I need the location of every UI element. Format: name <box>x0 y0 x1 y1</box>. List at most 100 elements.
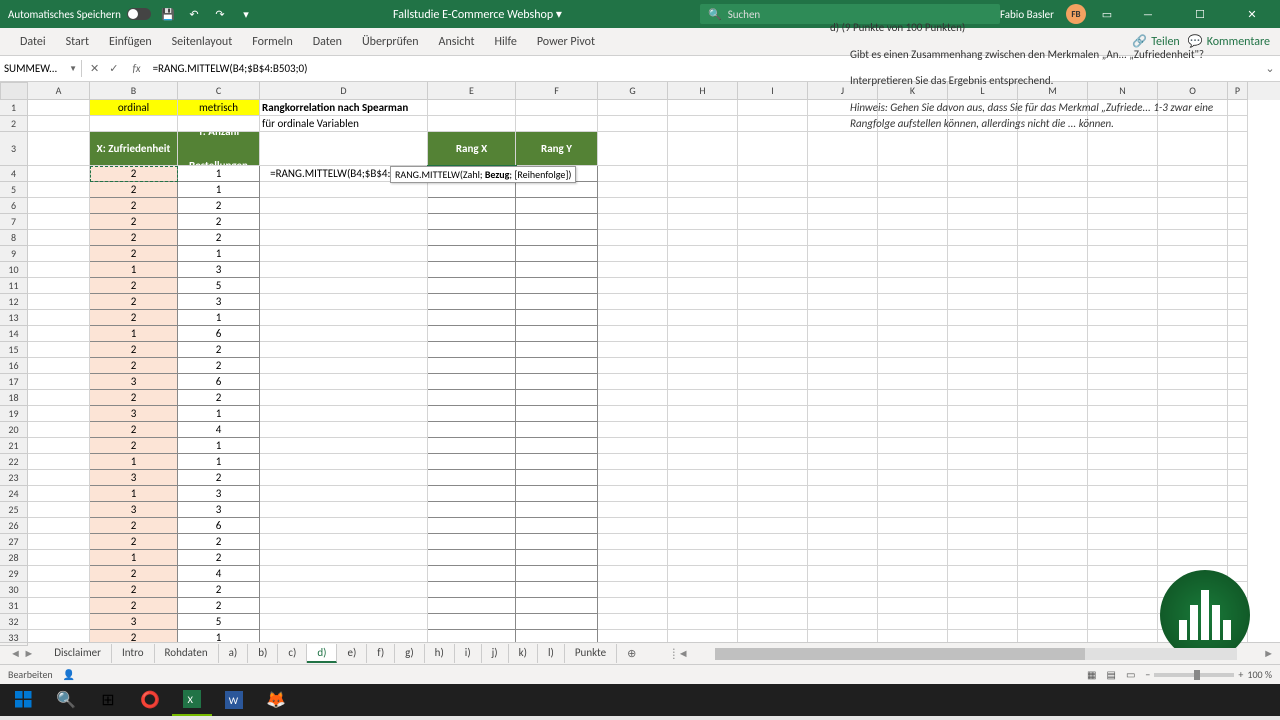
cell-D5[interactable] <box>260 182 428 198</box>
cell-C24[interactable]: 3 <box>178 486 260 502</box>
cell-D28[interactable] <box>260 550 428 566</box>
app-icon-1[interactable]: ⭕ <box>130 684 170 716</box>
cell-F16[interactable] <box>516 358 598 374</box>
cell-G24[interactable] <box>598 486 668 502</box>
cell-F21[interactable] <box>516 438 598 454</box>
row-header-19[interactable]: 19 <box>0 406 28 422</box>
cell-D31[interactable] <box>260 598 428 614</box>
undo-icon[interactable]: ↶ <box>185 5 203 23</box>
cell-B19[interactable]: 3 <box>90 406 178 422</box>
cell-H16[interactable] <box>668 358 738 374</box>
cell-C31[interactable]: 2 <box>178 598 260 614</box>
cell-M4[interactable] <box>1018 166 1088 182</box>
cell-C11[interactable]: 5 <box>178 278 260 294</box>
cell-B3[interactable]: X: Zufriedenheit <box>90 132 178 166</box>
cell-D33[interactable] <box>260 630 428 642</box>
cell-M7[interactable] <box>1018 214 1088 230</box>
cell-J10[interactable] <box>808 262 878 278</box>
cell-H3[interactable] <box>668 132 738 166</box>
cell-K18[interactable] <box>878 390 948 406</box>
cell-P13[interactable] <box>1228 310 1248 326</box>
add-sheet-button[interactable]: ⊕ <box>617 647 646 660</box>
cell-I31[interactable] <box>738 598 808 614</box>
spreadsheet-grid[interactable]: 1234567891011121314151617181920212223242… <box>0 82 1280 642</box>
row-header-3[interactable]: 3 <box>0 132 28 166</box>
cell-E19[interactable] <box>428 406 516 422</box>
cell-H5[interactable] <box>668 182 738 198</box>
cell-J25[interactable] <box>808 502 878 518</box>
cell-L17[interactable] <box>948 374 1018 390</box>
cell-L18[interactable] <box>948 390 1018 406</box>
cell-D17[interactable] <box>260 374 428 390</box>
cell-A14[interactable] <box>28 326 90 342</box>
cell-D29[interactable] <box>260 566 428 582</box>
cell-F12[interactable] <box>516 294 598 310</box>
cell-B23[interactable]: 3 <box>90 470 178 486</box>
cell-K11[interactable] <box>878 278 948 294</box>
cell-E13[interactable] <box>428 310 516 326</box>
row-header-13[interactable]: 13 <box>0 310 28 326</box>
cell-H24[interactable] <box>668 486 738 502</box>
cell-F13[interactable] <box>516 310 598 326</box>
cell-B22[interactable]: 1 <box>90 454 178 470</box>
search-task-icon[interactable]: 🔍 <box>46 684 86 716</box>
cell-G25[interactable] <box>598 502 668 518</box>
cell-N20[interactable] <box>1088 422 1158 438</box>
cell-C28[interactable]: 2 <box>178 550 260 566</box>
cell-B33[interactable]: 2 <box>90 630 178 642</box>
cell-M14[interactable] <box>1018 326 1088 342</box>
cell-O15[interactable] <box>1158 342 1228 358</box>
cell-L9[interactable] <box>948 246 1018 262</box>
cell-B1[interactable]: ordinal <box>90 100 178 116</box>
cell-J28[interactable] <box>808 550 878 566</box>
cell-G18[interactable] <box>598 390 668 406</box>
cell-H13[interactable] <box>668 310 738 326</box>
cell-C12[interactable]: 3 <box>178 294 260 310</box>
cell-M8[interactable] <box>1018 230 1088 246</box>
cell-H21[interactable] <box>668 438 738 454</box>
sheet-tab-e)[interactable]: e) <box>337 644 367 663</box>
row-header-10[interactable]: 10 <box>0 262 28 278</box>
cell-M29[interactable] <box>1018 566 1088 582</box>
cell-N22[interactable] <box>1088 454 1158 470</box>
cell-C20[interactable]: 4 <box>178 422 260 438</box>
zoom-control[interactable]: −+ 100 % <box>1145 668 1272 681</box>
cell-F32[interactable] <box>516 614 598 630</box>
cell-I8[interactable] <box>738 230 808 246</box>
cell-H25[interactable] <box>668 502 738 518</box>
ribbon-tab-ansicht[interactable]: Ansicht <box>429 31 485 53</box>
cell-I12[interactable] <box>738 294 808 310</box>
row-header-32[interactable]: 32 <box>0 614 28 630</box>
cell-G28[interactable] <box>598 550 668 566</box>
cell-F29[interactable] <box>516 566 598 582</box>
cell-P9[interactable] <box>1228 246 1248 262</box>
ribbon-tab-hilfe[interactable]: Hilfe <box>485 31 527 53</box>
cell-I7[interactable] <box>738 214 808 230</box>
cell-G23[interactable] <box>598 470 668 486</box>
cell-A3[interactable] <box>28 132 90 166</box>
cell-K27[interactable] <box>878 534 948 550</box>
cell-H17[interactable] <box>668 374 738 390</box>
cell-D8[interactable] <box>260 230 428 246</box>
cell-I33[interactable] <box>738 630 808 642</box>
cell-L7[interactable] <box>948 214 1018 230</box>
cell-E23[interactable] <box>428 470 516 486</box>
row-header-11[interactable]: 11 <box>0 278 28 294</box>
cell-I16[interactable] <box>738 358 808 374</box>
cell-E11[interactable] <box>428 278 516 294</box>
cell-I17[interactable] <box>738 374 808 390</box>
cell-A21[interactable] <box>28 438 90 454</box>
cell-J20[interactable] <box>808 422 878 438</box>
horizontal-scrollbar[interactable] <box>715 648 1237 660</box>
cell-H26[interactable] <box>668 518 738 534</box>
cell-A9[interactable] <box>28 246 90 262</box>
sheet-tab-i)[interactable]: i) <box>455 644 482 663</box>
cell-N13[interactable] <box>1088 310 1158 326</box>
sheet-tab-d)[interactable]: d) <box>307 644 337 663</box>
cell-J16[interactable] <box>808 358 878 374</box>
cell-J11[interactable] <box>808 278 878 294</box>
cell-J26[interactable] <box>808 518 878 534</box>
row-header-7[interactable]: 7 <box>0 214 28 230</box>
cell-B16[interactable]: 2 <box>90 358 178 374</box>
cell-K22[interactable] <box>878 454 948 470</box>
